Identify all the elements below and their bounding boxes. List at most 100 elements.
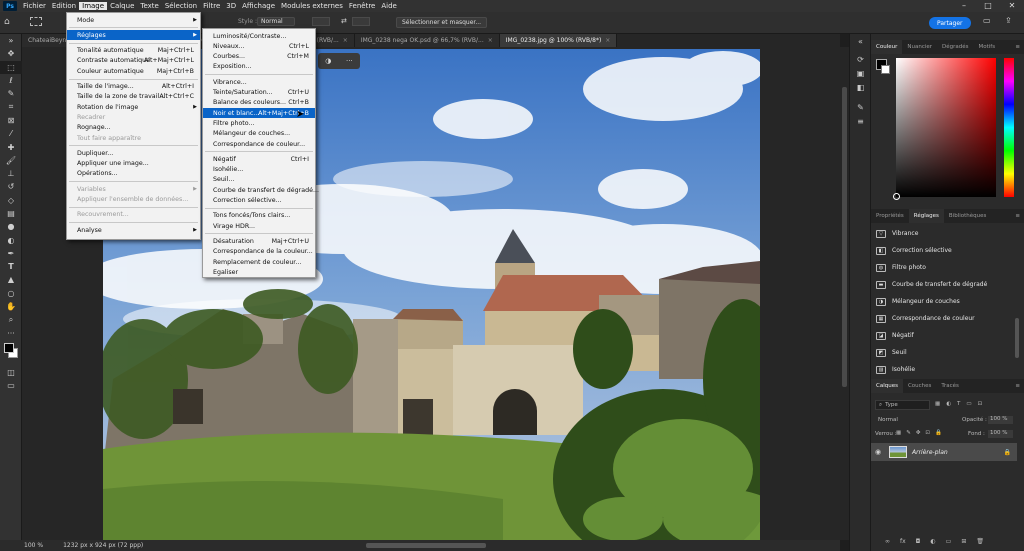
lock-artboard-icon[interactable]: ⊡ [925, 430, 930, 436]
fx-icon[interactable]: fx [900, 538, 906, 545]
share-button[interactable]: Partager [929, 17, 971, 29]
menu-item-dupliquer[interactable]: Dupliquer... [67, 148, 200, 158]
height-field[interactable] [352, 17, 370, 26]
history-icon[interactable]: ⟳ [850, 52, 871, 66]
submenu-item-remplacement-de-couleur[interactable]: Remplacement de couleur... [203, 257, 315, 267]
menu-edition[interactable]: Edition [49, 2, 79, 10]
new-adjustment-icon[interactable]: ◐ [930, 538, 935, 545]
marquee-preset-icon[interactable] [30, 17, 42, 26]
close-icon[interactable]: × [605, 37, 610, 44]
workspace-icon[interactable]: ▭ [983, 16, 991, 25]
menu-item-appliquer-une-image[interactable]: Appliquer une image... [67, 159, 200, 169]
crop-tool-icon[interactable]: ⌗ [0, 100, 22, 113]
home-icon[interactable]: ⌂ [4, 17, 10, 27]
close-icon[interactable]: × [343, 37, 348, 44]
menu-image[interactable]: Image [79, 2, 108, 10]
maximize-icon[interactable]: □ [976, 0, 1000, 12]
menu-item-rotation-de-l-image[interactable]: Rotation de l'image ▶ [67, 102, 200, 112]
text-filter-icon[interactable]: T [957, 401, 960, 407]
menu-filtre[interactable]: Filtre [200, 2, 223, 10]
delete-layer-icon[interactable]: 🗑 [976, 538, 984, 545]
add-mask-icon[interactable]: ◘ [916, 538, 921, 545]
menu-fenetre[interactable]: Fenêtre [346, 2, 378, 10]
adjustment-seuil[interactable]: ◩ Seuil [876, 344, 1016, 361]
lock-all-icon[interactable]: 🔒 [935, 430, 942, 436]
color-swatches[interactable] [0, 340, 22, 366]
submenu-item-correction-selective[interactable]: Correction sélective... [203, 196, 315, 206]
collapse-icon[interactable]: « [850, 34, 871, 48]
menu-selection[interactable]: Sélection [162, 2, 200, 10]
swap-icon[interactable]: ⇄ [341, 17, 347, 25]
menu-item-taille-de-la-zone-de-travail[interactable]: Taille de la zone de travail... Alt+Ctrl+… [67, 92, 200, 102]
submenu-item-tons-fonces-tons-clairs[interactable]: Tons foncés/Tons clairs... [203, 211, 315, 221]
menu-fichier[interactable]: Fichier [20, 2, 49, 10]
brush-tool-icon[interactable]: 🖌 [0, 154, 22, 167]
tab-couleur[interactable]: Couleur [871, 40, 903, 54]
visibility-eye-icon[interactable]: ◉ [871, 448, 885, 456]
submenu-item-teinte-saturation[interactable]: Teinte/Saturation... Ctrl+U [203, 88, 315, 98]
tab-degrades[interactable]: Dégradés [937, 40, 973, 54]
quick-select-tool-icon[interactable]: ✎ [0, 87, 22, 100]
collapse-icon[interactable]: » [0, 34, 22, 47]
dodge-tool-icon[interactable]: ◐ [0, 233, 22, 246]
menu-item-tonalite-automatique[interactable]: Tonalité automatique Maj+Ctrl+L [67, 46, 200, 56]
submenu-item-desaturation[interactable]: Désaturation Maj+Ctrl+U [203, 236, 315, 246]
background-color-swatch[interactable] [881, 65, 890, 74]
lock-paint-icon[interactable]: ✎ [906, 430, 911, 436]
blur-tool-icon[interactable]: ● [0, 220, 22, 233]
color-picker-field[interactable] [896, 58, 996, 197]
link-layers-icon[interactable]: ∞ [885, 538, 890, 545]
close-icon[interactable]: × [488, 37, 493, 44]
adjustment-correction-selective[interactable]: ◧ Correction sélective [876, 242, 1016, 259]
adjustment-vibrance[interactable]: ▽ Vibrance [876, 225, 1016, 242]
adjustment-correspondance-de-couleur[interactable]: ▦ Correspondance de couleur [876, 310, 1016, 327]
screen-mode-icon[interactable]: ▭ [0, 379, 22, 392]
properties-icon[interactable]: ▣ [850, 66, 871, 80]
adjustment-negatif[interactable]: ◪ Négatif [876, 327, 1016, 344]
gradient-tool-icon[interactable]: ▤ [0, 207, 22, 220]
panel-menu-icon[interactable]: ≡ [1010, 209, 1024, 223]
submenu-item-luminosite-contraste[interactable]: Luminosité/Contraste... [203, 31, 315, 41]
opacity-field[interactable]: 100 % [988, 416, 1013, 424]
adjust-filter-icon[interactable]: ◐ [946, 401, 951, 407]
adjustment-isohelie[interactable]: ▨ Isohélie [876, 361, 1016, 378]
tab-traces[interactable]: Tracés [936, 379, 963, 393]
menu-item-rognage[interactable]: Rognage... [67, 123, 200, 133]
hand-tool-icon[interactable]: ✋ [0, 300, 22, 313]
tab-bibliotheques[interactable]: Bibliothèques [944, 209, 991, 223]
panel-menu-icon[interactable]: ≡ [1010, 379, 1024, 393]
shape-tool-icon[interactable]: ○ [0, 287, 22, 300]
menu-modules-externes[interactable]: Modules externes [278, 2, 346, 10]
lock-position-icon[interactable]: ✥ [916, 430, 921, 436]
quick-mask-icon[interactable]: ◫ [0, 366, 22, 379]
new-group-icon[interactable]: ▭ [946, 538, 952, 545]
submenu-item-negatif[interactable]: Négatif Ctrl+I [203, 154, 315, 164]
tab-reglages[interactable]: Réglages [908, 209, 944, 223]
submenu-item-seuil[interactable]: Seuil... [203, 175, 315, 185]
submenu-item-vibrance[interactable]: Vibrance... [203, 77, 315, 87]
brush-settings-icon[interactable]: ✎ [850, 100, 871, 114]
layer-filter[interactable]: ⌕ Type [875, 400, 930, 410]
swatches-icon[interactable]: ◧ [850, 80, 871, 94]
adjustments-scrollbar[interactable] [1015, 318, 1019, 358]
adjustment-courbe-de-transfert-de-degrade[interactable]: ▬ Courbe de transfert de dégradé [876, 276, 1016, 293]
tab-proprietes[interactable]: Propriétés [871, 209, 909, 223]
tab-nuancier[interactable]: Nuancier [902, 40, 937, 54]
menu-item-operations[interactable]: Opérations... [67, 169, 200, 179]
history-brush-icon[interactable]: ↺ [0, 180, 22, 193]
tab-calques[interactable]: Calques [871, 379, 903, 393]
lock-pixels-icon[interactable]: ▦ [896, 430, 901, 436]
share-arrow-icon[interactable]: ⇪ [1005, 16, 1012, 25]
submenu-item-balance-des-couleurs[interactable]: Balance des couleurs... Ctrl+B [203, 98, 315, 108]
close-icon[interactable]: ✕ [1000, 0, 1024, 12]
menu-item-mode[interactable]: Mode ▶ [67, 15, 200, 25]
horizontal-scrollbar[interactable] [366, 543, 486, 548]
submenu-item-exposition[interactable]: Exposition... [203, 62, 315, 72]
submenu-item-egaliser[interactable]: Egaliser [203, 267, 315, 277]
menu-item-reglages[interactable]: Réglages ▶ [67, 30, 200, 41]
document-tab[interactable]: IMG_0238.jpg @ 100% (RVB/8*) × [499, 34, 618, 47]
menu-calque[interactable]: Calque [107, 2, 137, 10]
submenu-item-isohelie[interactable]: Isohélie... [203, 165, 315, 175]
minimize-icon[interactable]: – [952, 0, 976, 12]
type-tool-icon[interactable]: T [0, 260, 22, 273]
